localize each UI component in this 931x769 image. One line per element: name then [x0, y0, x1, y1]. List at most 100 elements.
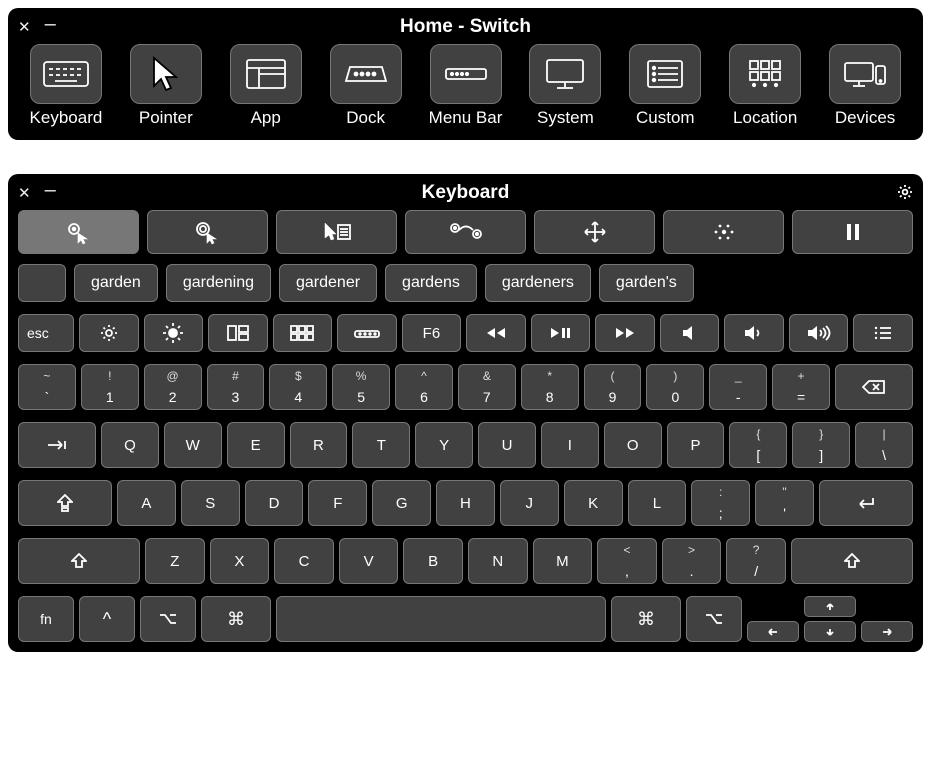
scatter-button[interactable] — [663, 210, 784, 254]
home-item-dock[interactable]: Dock — [322, 44, 410, 128]
brightness-up-icon[interactable] — [144, 314, 204, 352]
suggestion-button[interactable]: garden's — [599, 264, 694, 302]
key-n[interactable]: N — [468, 538, 528, 584]
key-.[interactable]: >. — [662, 538, 722, 584]
suggestion-blank-button[interactable] — [18, 264, 66, 302]
home-item-custom[interactable]: Custom — [621, 44, 709, 128]
forward-icon[interactable] — [595, 314, 655, 352]
suggestion-button[interactable]: gardeners — [485, 264, 591, 302]
home-item-keyboard[interactable]: Keyboard — [22, 44, 110, 128]
key-x[interactable]: X — [210, 538, 270, 584]
home-item-app[interactable]: App — [222, 44, 310, 128]
key-7[interactable]: &7 — [458, 364, 516, 410]
key-4[interactable]: $4 — [269, 364, 327, 410]
key-'[interactable]: "' — [755, 480, 814, 526]
key-arrow-down[interactable] — [804, 621, 856, 642]
key-=[interactable]: += — [772, 364, 830, 410]
key-backspace[interactable] — [835, 364, 913, 410]
key-6[interactable]: ^6 — [395, 364, 453, 410]
mute-icon[interactable] — [660, 314, 720, 352]
key-p[interactable]: P — [667, 422, 725, 468]
key-9[interactable]: (9 — [584, 364, 642, 410]
key-0[interactable]: )0 — [646, 364, 704, 410]
key-o[interactable]: O — [604, 422, 662, 468]
key-l[interactable]: L — [628, 480, 687, 526]
key-d[interactable]: D — [245, 480, 304, 526]
home-item-devices[interactable]: Devices — [821, 44, 909, 128]
brightness-down-icon[interactable] — [79, 314, 139, 352]
key-m[interactable]: M — [533, 538, 593, 584]
suggestion-button[interactable]: gardening — [166, 264, 271, 302]
key-shift-left[interactable] — [18, 538, 140, 584]
key-r[interactable]: R — [290, 422, 348, 468]
suggestion-button[interactable]: gardens — [385, 264, 477, 302]
key-a[interactable]: A — [117, 480, 176, 526]
key-tab[interactable] — [18, 422, 96, 468]
key-;[interactable]: :; — [691, 480, 750, 526]
key-s[interactable]: S — [181, 480, 240, 526]
close-icon[interactable]: ✕ — [18, 20, 31, 35]
key-space[interactable] — [276, 596, 606, 642]
list-small-icon[interactable] — [853, 314, 913, 352]
key-i[interactable]: I — [541, 422, 599, 468]
click-target-button[interactable] — [18, 210, 139, 254]
key-h[interactable]: H — [436, 480, 495, 526]
minimize-icon[interactable]: – — [45, 14, 56, 34]
home-item-location[interactable]: Location — [721, 44, 809, 128]
key-esc[interactable]: esc — [18, 314, 74, 352]
key-5[interactable]: %5 — [332, 364, 390, 410]
close-icon[interactable]: ✕ — [18, 186, 31, 201]
key-fn[interactable]: fn — [18, 596, 74, 642]
key-control[interactable]: ^ — [79, 596, 135, 642]
key-j[interactable]: J — [500, 480, 559, 526]
minimize-icon[interactable]: – — [45, 180, 56, 200]
key-capslock[interactable] — [18, 480, 112, 526]
key--[interactable]: _- — [709, 364, 767, 410]
key-2[interactable]: @2 — [144, 364, 202, 410]
key-shift-right[interactable] — [791, 538, 913, 584]
key-3[interactable]: #3 — [207, 364, 265, 410]
key-z[interactable]: Z — [145, 538, 205, 584]
suggestion-button[interactable]: gardener — [279, 264, 377, 302]
key-f6[interactable]: F6 — [402, 314, 462, 352]
key-q[interactable]: Q — [101, 422, 159, 468]
key-y[interactable]: Y — [415, 422, 473, 468]
move-button[interactable] — [534, 210, 655, 254]
key-option-right[interactable] — [686, 596, 742, 642]
home-item-menubar[interactable]: Menu Bar — [422, 44, 510, 128]
key-/[interactable]: ?/ — [726, 538, 786, 584]
mission-control-left-icon[interactable] — [208, 314, 268, 352]
key-u[interactable]: U — [478, 422, 536, 468]
key-arrow-left[interactable] — [747, 621, 799, 642]
key-arrow-right[interactable] — [861, 621, 913, 642]
key-c[interactable]: C — [274, 538, 334, 584]
key-e[interactable]: E — [227, 422, 285, 468]
key-b[interactable]: B — [403, 538, 463, 584]
mission-control-icon[interactable] — [273, 314, 333, 352]
key-f[interactable]: F — [308, 480, 367, 526]
gear-icon[interactable] — [897, 184, 913, 203]
key-g[interactable]: G — [372, 480, 431, 526]
rewind-icon[interactable] — [466, 314, 526, 352]
context-menu-button[interactable] — [276, 210, 397, 254]
volume-up-icon[interactable] — [789, 314, 849, 352]
pause-button[interactable] — [792, 210, 913, 254]
key-,[interactable]: <, — [597, 538, 657, 584]
home-item-system[interactable]: System — [521, 44, 609, 128]
key-return[interactable] — [819, 480, 913, 526]
home-item-pointer[interactable]: Pointer — [122, 44, 210, 128]
key-k[interactable]: K — [564, 480, 623, 526]
suggestion-button[interactable]: garden — [74, 264, 158, 302]
key-w[interactable]: W — [164, 422, 222, 468]
key-][interactable]: }] — [792, 422, 850, 468]
key-t[interactable]: T — [352, 422, 410, 468]
key-v[interactable]: V — [339, 538, 399, 584]
key-option-left[interactable] — [140, 596, 196, 642]
key-`[interactable]: ~` — [18, 364, 76, 410]
double-click-button[interactable] — [147, 210, 268, 254]
keyboard-light-icon[interactable] — [337, 314, 397, 352]
key-arrow-up[interactable] — [804, 596, 856, 617]
key-1[interactable]: !1 — [81, 364, 139, 410]
key-command-left[interactable]: ⌘ — [201, 596, 271, 642]
key-8[interactable]: *8 — [521, 364, 579, 410]
